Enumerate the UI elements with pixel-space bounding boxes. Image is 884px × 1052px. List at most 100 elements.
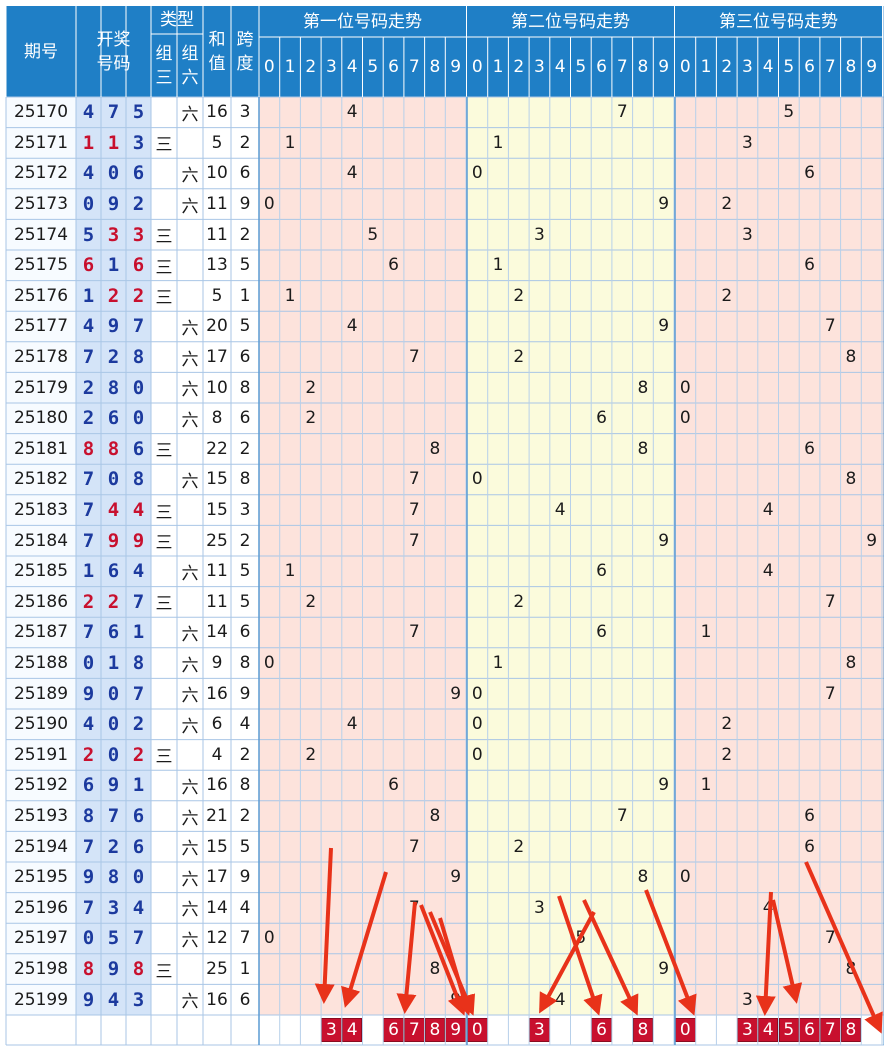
header-pos2: 第二位号码走势 (467, 6, 674, 37)
type-cell: 六 (181, 716, 199, 737)
period-cell: 25195 (13, 867, 69, 888)
header-pos3-digit: 4 (757, 37, 779, 97)
header-pos1-digit: 6 (383, 37, 404, 97)
trend-digit: 9 (450, 989, 462, 1010)
header-type: 类型 (151, 6, 203, 34)
period-cell: 25174 (13, 224, 69, 245)
span-cell: 4 (239, 714, 251, 735)
span-cell: 6 (239, 347, 251, 368)
type-cell: 三 (155, 441, 173, 462)
draw-digit: 1 (132, 774, 145, 797)
period-cell: 25186 (13, 591, 69, 612)
trend-digit: 8 (845, 347, 857, 368)
header-pos2-digit: 3 (529, 37, 550, 97)
span-cell: 8 (239, 377, 251, 398)
draw-digit: 8 (107, 376, 120, 399)
marked-pick: 0 (467, 1018, 488, 1042)
header-pos2-digit: 6 (591, 37, 612, 97)
header-pos2-digit: 0 (467, 37, 488, 97)
period-cell: 25184 (13, 530, 69, 551)
trend-digit: 2 (721, 194, 733, 215)
trend-digit: 0 (263, 194, 275, 215)
sum-cell: 5 (211, 285, 223, 306)
draw-digit: 1 (132, 621, 145, 644)
trend-digit: 1 (492, 653, 504, 674)
header-pos3-digit: 3 (737, 37, 758, 97)
trend-digit: 0 (471, 469, 483, 490)
span-cell: 6 (239, 408, 251, 429)
type-cell: 三 (155, 502, 173, 523)
span-cell: 1 (239, 285, 251, 306)
draw-digit: 5 (82, 223, 95, 246)
span-cell: 4 (239, 897, 251, 918)
trend-digit: 0 (471, 714, 483, 735)
trend-digit: 4 (346, 102, 358, 123)
type-cell: 三 (155, 747, 173, 768)
header-pos3-digit: 7 (819, 37, 841, 97)
sum-cell: 15 (206, 469, 228, 490)
type-cell: 三 (155, 533, 173, 554)
draw-digit: 6 (132, 162, 145, 185)
span-cell: 9 (239, 194, 251, 215)
sum-cell: 17 (206, 347, 228, 368)
period-cell: 25188 (13, 653, 69, 674)
draw-digit: 7 (132, 315, 145, 338)
trend-digit: 4 (346, 163, 358, 184)
draw-digit: 4 (107, 499, 120, 522)
sum-cell: 10 (206, 377, 228, 398)
sum-cell: 17 (206, 867, 228, 888)
trend-digit: 4 (762, 897, 774, 918)
header-pos1-digit: 2 (300, 37, 322, 97)
trend-digit: 1 (284, 132, 296, 153)
draw-digit: 2 (132, 743, 145, 766)
trend-digit: 5 (575, 928, 587, 949)
trend-digit: 8 (429, 959, 441, 980)
sum-cell: 11 (206, 591, 228, 612)
header-pos1-digit: 1 (279, 37, 301, 97)
span-cell: 6 (239, 989, 251, 1010)
period-cell: 25187 (13, 622, 69, 643)
draw-digit: 0 (132, 376, 145, 399)
trend-digit: 9 (450, 683, 462, 704)
period-cell: 25183 (13, 500, 69, 521)
trend-digit: 6 (596, 408, 607, 429)
draw-digit: 2 (82, 590, 95, 613)
type-cell: 三 (155, 135, 173, 156)
sum-cell: 14 (206, 622, 228, 643)
span-cell: 6 (239, 622, 251, 643)
header-pos1: 第一位号码走势 (259, 6, 466, 37)
trend-digit: 8 (637, 438, 649, 459)
header-pos1-digit: 8 (424, 37, 446, 97)
marked-pick: 4 (757, 1018, 779, 1042)
trend-digit: 4 (554, 989, 566, 1010)
trend-digit: 2 (305, 377, 317, 398)
trend-digit: 9 (658, 530, 670, 551)
period-cell: 25185 (13, 561, 69, 582)
trend-digit: 3 (742, 132, 753, 153)
draw-digit: 9 (107, 958, 120, 981)
draw-digit: 1 (82, 284, 95, 307)
trend-digit: 4 (762, 500, 774, 521)
draw-digit: 1 (82, 560, 95, 583)
sum-cell: 4 (211, 744, 223, 765)
draw-digit: 7 (82, 499, 95, 522)
header-pos1-digit: 9 (445, 37, 466, 97)
span-cell: 5 (239, 255, 251, 276)
draw-digit: 1 (82, 131, 95, 154)
sum-cell: 25 (206, 530, 228, 551)
draw-digit: 3 (132, 988, 145, 1011)
draw-digit: 5 (132, 101, 145, 124)
header-pos1-digit: 4 (341, 37, 363, 97)
trend-digit: 2 (513, 285, 525, 306)
trend-digit: 0 (471, 683, 483, 704)
header-draw: 开奖 号码 (76, 6, 151, 97)
draw-digit: 3 (107, 896, 120, 919)
header-pos2-digit: 2 (508, 37, 530, 97)
draw-digit: 1 (107, 652, 120, 675)
draw-digit: 8 (107, 437, 120, 460)
draw-digit: 7 (82, 346, 95, 369)
span-cell: 5 (239, 591, 251, 612)
draw-digit: 2 (107, 835, 120, 858)
draw-digit: 7 (82, 896, 95, 919)
draw-digit: 0 (107, 682, 120, 705)
